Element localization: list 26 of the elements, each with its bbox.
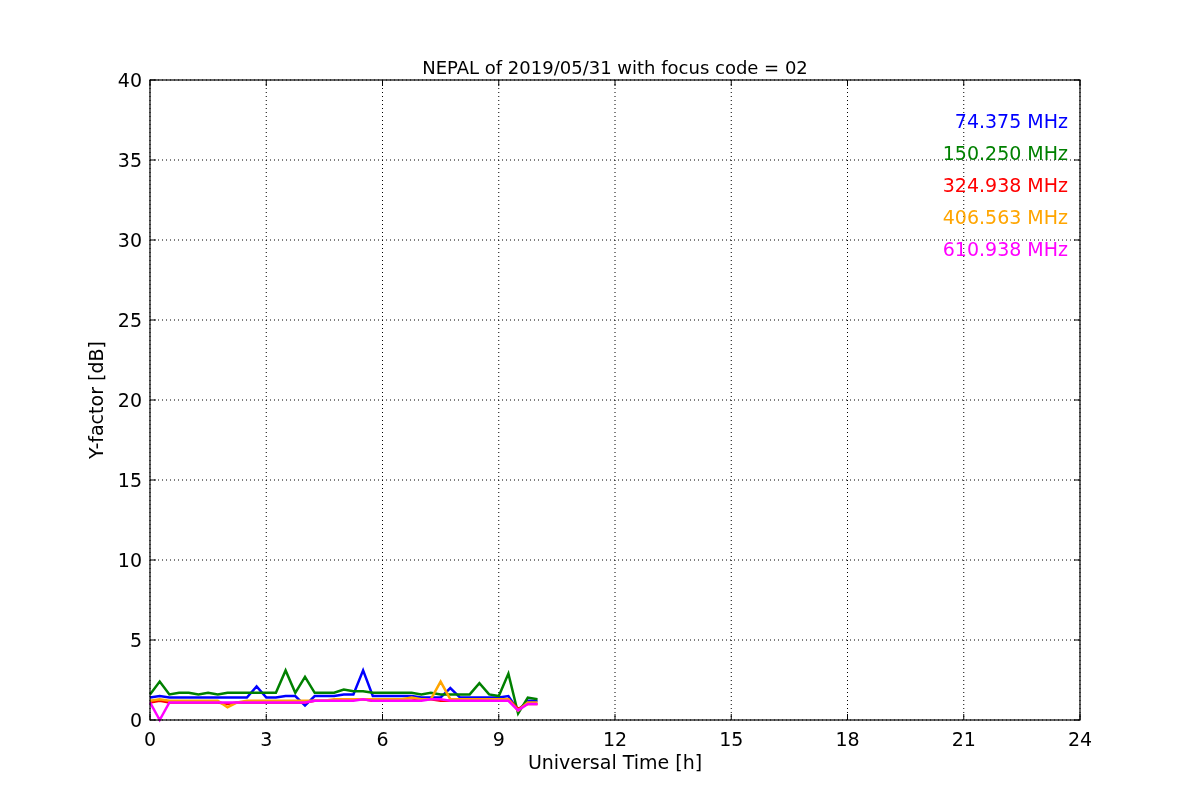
tick-label: 0 — [129, 709, 142, 731]
tick-label: 18 — [835, 728, 860, 750]
tick-label: 35 — [117, 149, 142, 171]
chart-title: NEPAL of 2019/05/31 with focus code = 02 — [422, 57, 808, 78]
tick-label: 9 — [492, 728, 505, 750]
tick-label: 30 — [117, 229, 142, 251]
legend-label: 610.938 MHz — [942, 238, 1068, 260]
tick-label: 0 — [143, 728, 157, 750]
tick-label: 15 — [117, 469, 142, 491]
axis-title: Y-factor [dB] — [85, 341, 107, 459]
legend-label: 74.375 MHz — [954, 110, 1068, 132]
legend-label: 324.938 MHz — [942, 174, 1068, 196]
tick-label: 15 — [719, 728, 744, 750]
legend-label: 406.563 MHz — [942, 206, 1068, 228]
tick-label: 24 — [1067, 728, 1093, 750]
tick-label: 5 — [129, 629, 142, 651]
tick-label: 20 — [117, 389, 142, 411]
tick-label: 21 — [951, 728, 976, 750]
tick-label: 12 — [602, 728, 628, 750]
tick-label: 10 — [117, 549, 142, 571]
tick-label: 6 — [376, 728, 389, 750]
tick-label: 40 — [117, 69, 142, 91]
tick-label: 25 — [117, 309, 142, 331]
legend-label: 150.250 MHz — [942, 142, 1068, 164]
axis-title: Universal Time [h] — [527, 751, 703, 773]
tick-label: 3 — [260, 728, 273, 750]
